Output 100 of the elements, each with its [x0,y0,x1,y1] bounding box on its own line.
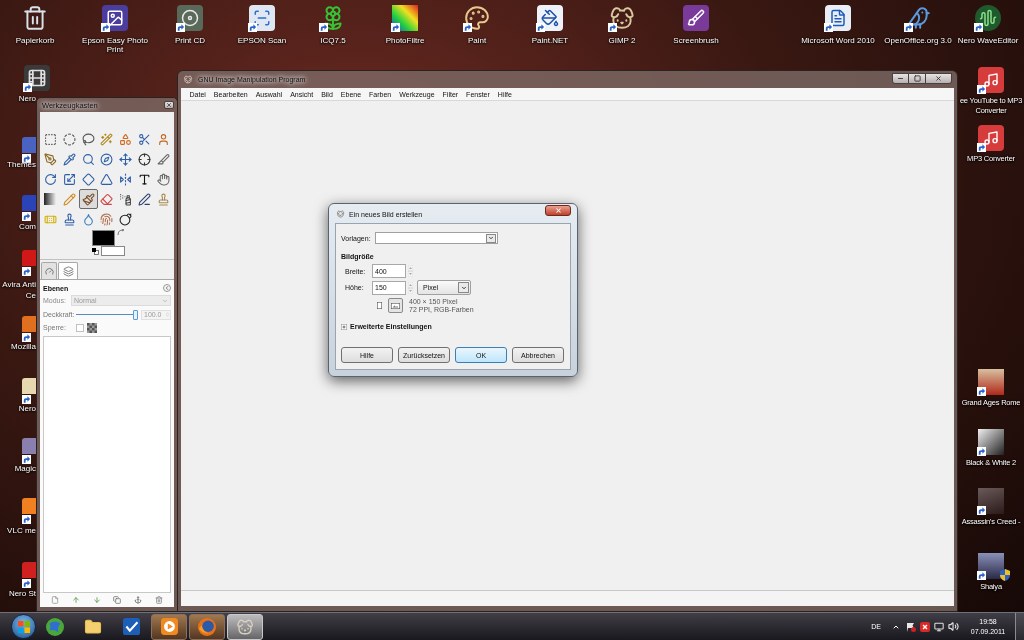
pen-nib-icon [43,152,57,166]
trash-icon[interactable] [22,5,48,31]
scanner-icon[interactable] [249,5,275,31]
delete-layer-button[interactable] [154,595,163,604]
tile-icon[interactable] [22,250,36,266]
tile-icon[interactable] [22,378,36,394]
dashed-circle-icon [62,132,76,146]
lasso-icon [81,132,95,146]
portrait-page-icon [377,302,382,309]
slider-thumb[interactable] [133,309,138,320]
icon-label: Nero St [8,588,36,599]
music-note-icon[interactable] [978,67,1004,93]
tile-icon[interactable] [22,316,36,332]
picture-icon[interactable] [102,5,128,31]
x-badge-icon[interactable] [920,621,930,632]
background-color-swatch[interactable] [101,246,125,256]
gauge-icon [44,267,54,276]
scale-icon [62,172,76,186]
paint-bucket-icon[interactable] [537,5,563,31]
tile-icon[interactable] [22,137,36,153]
gradient-square-icon [44,193,57,205]
cover-art-placeholder[interactable] [978,369,1004,395]
minimize-button[interactable] [892,73,909,84]
show-desktop-button[interactable] [1015,613,1024,640]
magic-wand-icon [100,132,114,146]
panel-menu-button[interactable] [163,284,171,292]
maximize-button[interactable] [909,73,926,84]
move-arrows-icon [119,152,133,166]
arrow-up-icon [72,595,80,604]
dog-icon [183,75,193,84]
shield-icon [1000,569,1010,581]
close-button[interactable] [545,205,571,216]
flip-icon [119,172,133,186]
maximize-icon [913,75,921,82]
close-icon [554,207,562,214]
taskbar-button[interactable] [151,613,187,640]
icon-label: ICQ7.5 [320,36,346,45]
hand-icon [157,172,171,186]
tile-icon[interactable] [22,438,36,454]
play-tile-icon [160,618,178,635]
caret-icon [488,235,494,241]
film-reel-icon[interactable] [24,65,50,91]
document-icon[interactable] [825,5,851,31]
music-note-icon[interactable] [978,125,1004,151]
eraser-icon [100,192,114,206]
check-square-icon [122,618,140,635]
landscape-button[interactable] [388,298,403,313]
plus-box-icon [341,323,347,330]
gradient-square-icon[interactable] [392,5,418,31]
icon-label: Paint.NET [531,36,569,45]
taskbar-button[interactable] [227,613,263,640]
lock-checkbox[interactable] [76,323,84,332]
knife-icon [157,152,171,166]
icon-label: Print CD [174,36,206,45]
foreground-color-swatch[interactable] [92,230,115,246]
cover-art-placeholder[interactable] [978,488,1004,514]
stamp-icon [62,212,76,226]
paintbrush-icon [81,192,95,206]
dock-tab[interactable] [58,262,78,280]
tile-icon[interactable] [22,498,36,514]
ink-pen-icon [138,192,152,206]
flag-icon[interactable] [906,621,916,632]
sphere-icon [46,617,64,636]
icon-label: Avira Anti Ce [2,279,36,301]
checkerboard-icon[interactable] [87,322,97,333]
anchor-layer-button[interactable] [133,595,142,604]
opacity-slider[interactable] [76,309,138,320]
icon-label: Com [19,221,36,232]
close-icon [166,102,172,108]
pencil-icon [62,192,76,206]
palette-icon[interactable] [464,5,490,31]
reset-colors-icon[interactable] [92,248,99,255]
caret-icon [162,297,168,304]
start-button[interactable] [11,614,36,639]
rotate-icon [43,172,57,186]
diamond-icon [81,172,95,186]
tile-icon[interactable] [22,195,36,211]
swap-arrows-icon[interactable] [117,229,125,236]
duplicate-layer-button[interactable] [113,595,122,604]
icon-label: GIMP 2 [608,36,636,45]
icon-label: Epson Easy Photo Print [82,36,148,54]
icon-label: VLC me [7,525,36,536]
tile-icon[interactable] [22,562,36,578]
portrait-button[interactable] [375,300,384,311]
cover-art-placeholder[interactable] [978,429,1004,455]
bomb-icon [119,212,133,226]
minimize-icon [897,75,904,82]
close-button[interactable] [164,101,174,109]
icon-label: Screenbrush [673,36,719,45]
monitor-icon [934,621,944,632]
stamp-icon [157,192,171,206]
icon-label: Papierkorb [15,36,55,45]
waveform-icon[interactable] [975,5,1001,31]
close-button[interactable] [926,73,952,84]
template-dropdown[interactable] [375,232,498,244]
brush-tile-icon[interactable] [683,5,709,31]
icon-label: EPSON Scan [237,36,287,45]
compass-icon [100,152,114,166]
triangle-icon [100,172,114,186]
dog-icon[interactable] [609,5,635,31]
